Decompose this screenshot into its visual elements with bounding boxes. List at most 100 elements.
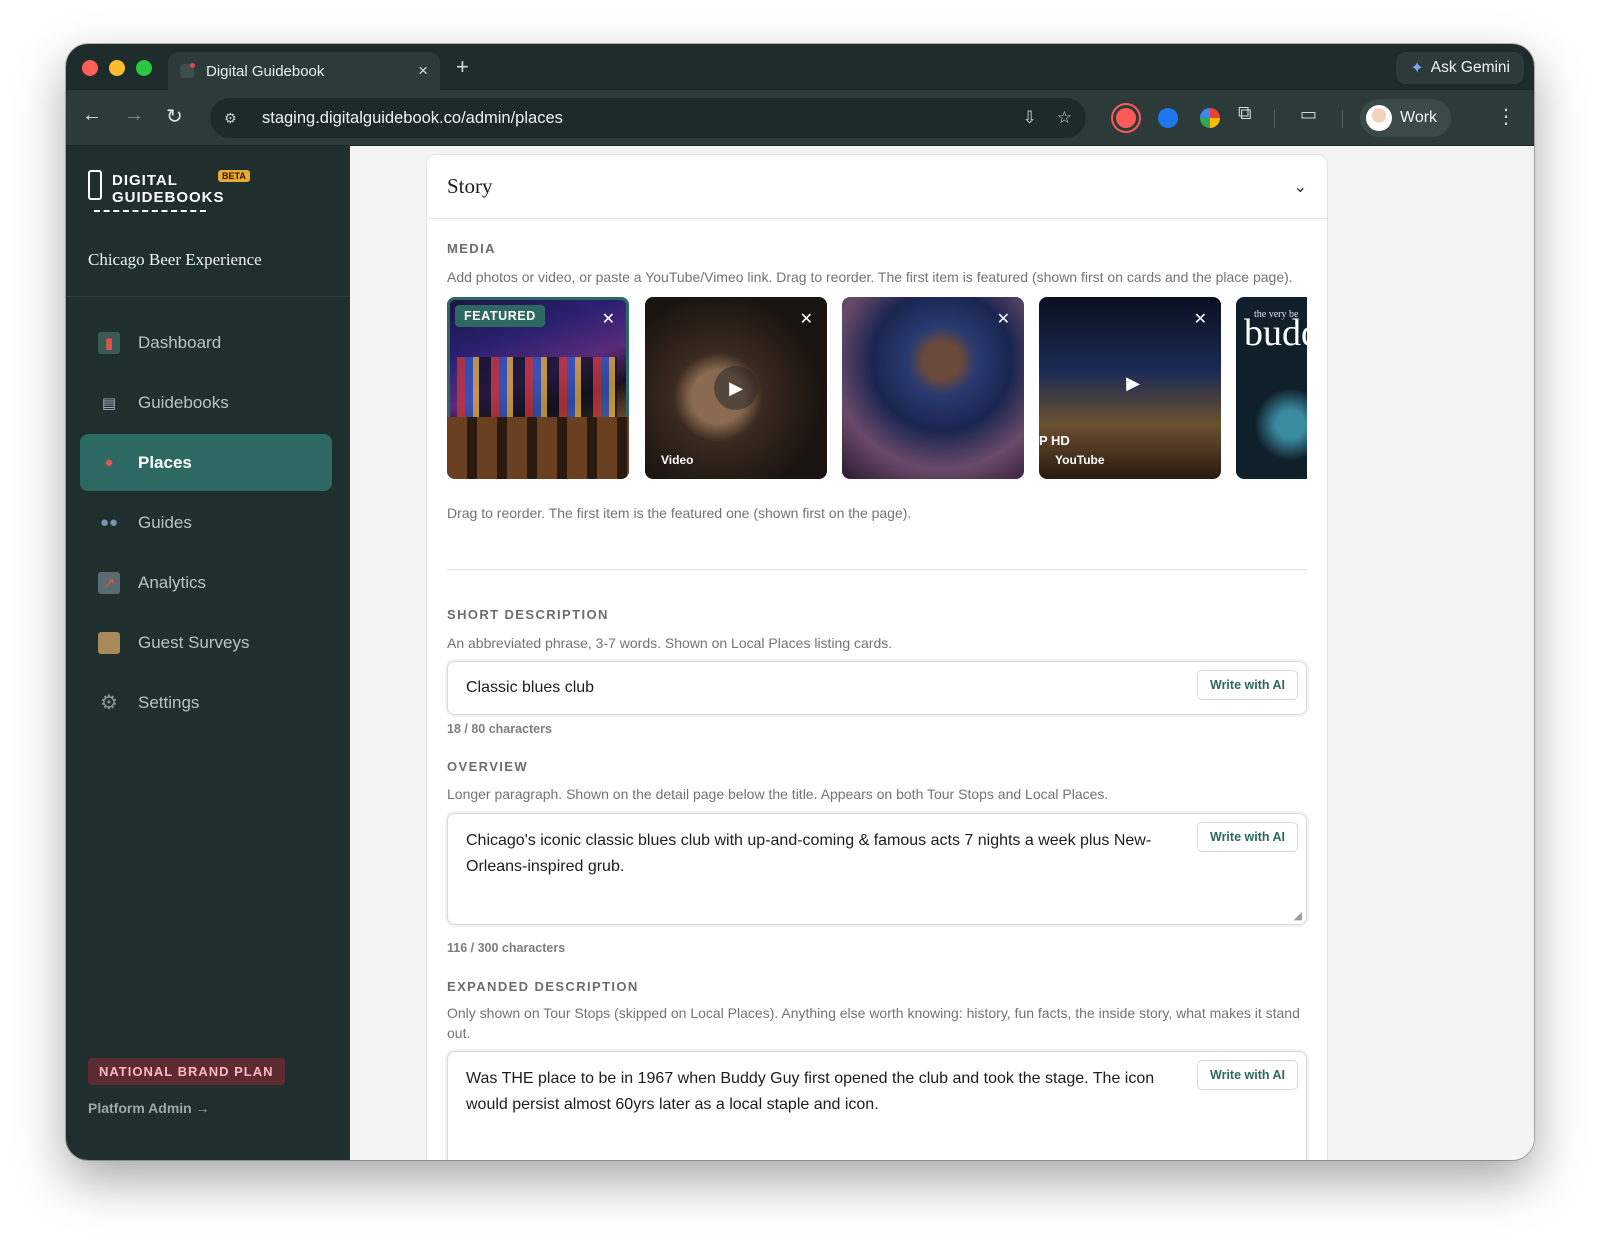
gear-icon: ⚙ bbox=[100, 692, 118, 714]
organization-name: Chicago Beer Experience bbox=[88, 250, 262, 269]
sidebar-divider bbox=[66, 296, 350, 297]
media-label: MEDIA bbox=[447, 241, 496, 256]
video-overlay-text: P HD bbox=[1039, 433, 1070, 448]
media-item[interactable]: the very be budd guy bbox=[1236, 297, 1307, 479]
sidebar-item-guides[interactable]: ●● Guides bbox=[80, 494, 332, 551]
remove-media-icon[interactable]: ✕ bbox=[800, 309, 813, 329]
sidebar-item-label: Guidebooks bbox=[138, 392, 229, 412]
media-help: Add photos or video, or paste a YouTube/… bbox=[447, 269, 1293, 285]
ask-gemini-button[interactable]: ✦ Ask Gemini bbox=[1396, 52, 1524, 84]
image-overlay-title: budd guy bbox=[1244, 312, 1307, 354]
featured-badge: FEATURED bbox=[455, 305, 545, 327]
extensions-puzzle-icon[interactable]: ⧉ bbox=[1238, 103, 1252, 125]
overview-value[interactable]: Chicago's iconic classic blues club with… bbox=[466, 828, 1166, 880]
gemini-sparkle-icon: ✦ bbox=[1410, 60, 1424, 77]
remove-media-icon[interactable]: ✕ bbox=[1194, 309, 1207, 329]
media-reorder-help: Drag to reorder. The first item is the f… bbox=[447, 505, 912, 521]
sidebar-item-label: Places bbox=[138, 452, 192, 472]
sidebar-item-analytics[interactable]: ↗ Analytics bbox=[80, 554, 332, 611]
write-with-ai-button[interactable]: Write with AI bbox=[1197, 822, 1298, 852]
short-description-counter: 18 / 80 characters bbox=[447, 722, 552, 736]
tab-title: Digital Guidebook bbox=[206, 62, 325, 80]
back-arrow-icon[interactable]: ← bbox=[82, 104, 102, 127]
digital-guidebooks-logo[interactable]: DIGITAL GUIDEBOOKS BETA bbox=[88, 170, 288, 216]
expanded-description-value[interactable]: Was THE place to be in 1967 when Buddy G… bbox=[466, 1066, 1166, 1118]
plan-badge: NATIONAL BRAND PLAN bbox=[88, 1058, 285, 1085]
trend-chart-icon: ↗ bbox=[98, 571, 120, 594]
platform-admin-link[interactable]: Platform Admin → bbox=[88, 1100, 210, 1116]
toolbar-divider bbox=[1342, 110, 1343, 128]
short-description-value[interactable]: Classic blues club bbox=[466, 675, 1166, 701]
resize-handle-icon[interactable]: ◢ bbox=[1294, 909, 1302, 922]
more-menu-icon[interactable]: ⋮ bbox=[1496, 104, 1516, 129]
write-with-ai-button[interactable]: Write with AI bbox=[1197, 670, 1298, 700]
reload-icon[interactable]: ↻ bbox=[166, 104, 183, 129]
sidebar-item-guidebooks[interactable]: ▤ Guidebooks bbox=[80, 374, 332, 431]
forward-arrow-icon[interactable]: → bbox=[124, 104, 144, 127]
tab-bar: Digital Guidebook × + ✦ Ask Gemini bbox=[66, 44, 1534, 90]
sidebar-item-guest-surveys[interactable]: Guest Surveys bbox=[80, 614, 332, 671]
overview-counter: 116 / 300 characters bbox=[447, 941, 566, 955]
write-with-ai-button[interactable]: Write with AI bbox=[1197, 1060, 1298, 1090]
browser-tab[interactable]: Digital Guidebook × bbox=[168, 52, 440, 90]
remove-media-icon[interactable]: ✕ bbox=[997, 309, 1010, 329]
media-item[interactable]: FEATURED ✕ bbox=[447, 297, 629, 479]
media-item[interactable]: ✕ bbox=[842, 297, 1024, 479]
phone-icon bbox=[88, 170, 102, 200]
sidebar-item-label: Settings bbox=[138, 692, 200, 712]
ask-gemini-label: Ask Gemini bbox=[1430, 59, 1510, 76]
remove-media-icon[interactable]: ✕ bbox=[602, 309, 615, 329]
short-description-help: An abbreviated phrase, 3-7 words. Shown … bbox=[447, 635, 893, 651]
sidebar-item-label: Guides bbox=[138, 512, 192, 532]
media-item[interactable]: ✕ ▶ P HD YouTube bbox=[1039, 297, 1221, 479]
short-description-input[interactable]: Classic blues club Write with AI bbox=[447, 661, 1307, 715]
toolbar-divider bbox=[1274, 110, 1275, 128]
expanded-description-help: Only shown on Tour Stops (skipped on Loc… bbox=[447, 1005, 1300, 1041]
sidebar-item-dashboard[interactable]: ▮ Dashboard bbox=[80, 314, 332, 371]
record-extension-icon[interactable] bbox=[1116, 108, 1136, 128]
media-item[interactable]: ✕ ▶ Video bbox=[645, 297, 827, 479]
sidebar-item-label: Dashboard bbox=[138, 332, 222, 352]
map-pin-icon: ● bbox=[104, 454, 114, 471]
install-app-icon[interactable]: ⇩ bbox=[1023, 108, 1037, 128]
overview-textarea[interactable]: Chicago's iconic classic blues club with… bbox=[447, 813, 1307, 925]
address-bar[interactable]: ⚙ staging.digitalguidebook.co/admin/plac… bbox=[210, 98, 1086, 138]
sidebar-item-settings[interactable]: ⚙ Settings bbox=[80, 674, 332, 731]
sidebar-item-places[interactable]: ● Places bbox=[80, 434, 332, 491]
overview-help: Longer paragraph. Shown on the detail pa… bbox=[447, 786, 1109, 802]
sidebar-item-label: Analytics bbox=[138, 572, 207, 592]
story-card: Story ⌄ MEDIA Add photos or video, or pa… bbox=[426, 154, 1328, 1160]
minimize-window-button[interactable] bbox=[109, 60, 125, 76]
profile-label: Work bbox=[1400, 109, 1438, 126]
play-icon[interactable]: ▶ bbox=[714, 366, 758, 410]
play-icon[interactable]: ▶ bbox=[1111, 361, 1155, 405]
sidebar: DIGITAL GUIDEBOOKS BETA Chicago Beer Exp… bbox=[66, 146, 350, 1160]
close-window-button[interactable] bbox=[82, 60, 98, 76]
avatar bbox=[1366, 105, 1392, 131]
main-content: Story ⌄ MEDIA Add photos or video, or pa… bbox=[350, 146, 1534, 1160]
url-text[interactable]: staging.digitalguidebook.co/admin/places bbox=[262, 109, 1003, 128]
logo-dashed-path bbox=[94, 210, 206, 212]
tab-search-icon[interactable]: ▭ bbox=[1300, 104, 1317, 125]
site-settings-icon[interactable]: ⚙ bbox=[224, 110, 250, 127]
new-tab-button[interactable]: + bbox=[456, 54, 469, 80]
expanded-description-textarea[interactable]: Was THE place to be in 1967 when Buddy G… bbox=[447, 1051, 1307, 1160]
profile-button[interactable]: Work bbox=[1360, 99, 1452, 137]
clipboard-icon bbox=[98, 631, 120, 654]
story-card-header[interactable]: Story ⌄ bbox=[427, 155, 1327, 219]
browser-toolbar: ← → ↻ ⚙ staging.digitalguidebook.co/admi… bbox=[66, 90, 1534, 146]
book-icon: ▤ bbox=[101, 394, 117, 412]
blue-extension-icon[interactable] bbox=[1158, 108, 1178, 128]
sidebar-nav: ▮ Dashboard ▤ Guidebooks ● Places ●● Gui… bbox=[80, 314, 332, 734]
maximize-window-button[interactable] bbox=[136, 60, 152, 76]
media-type-tag: Video bbox=[661, 453, 694, 467]
bar-chart-icon: ▮ bbox=[98, 331, 120, 354]
color-picker-extension-icon[interactable] bbox=[1200, 108, 1220, 128]
bookmark-star-icon[interactable]: ☆ bbox=[1057, 108, 1072, 128]
expanded-description-label: EXPANDED DESCRIPTION bbox=[447, 979, 639, 994]
card-title: Story bbox=[447, 174, 493, 198]
logo-text: DIGITAL GUIDEBOOKS bbox=[112, 172, 225, 206]
close-tab-icon[interactable]: × bbox=[418, 61, 428, 81]
favicon-icon bbox=[180, 63, 195, 78]
chevron-down-icon[interactable]: ⌄ bbox=[1294, 177, 1307, 197]
